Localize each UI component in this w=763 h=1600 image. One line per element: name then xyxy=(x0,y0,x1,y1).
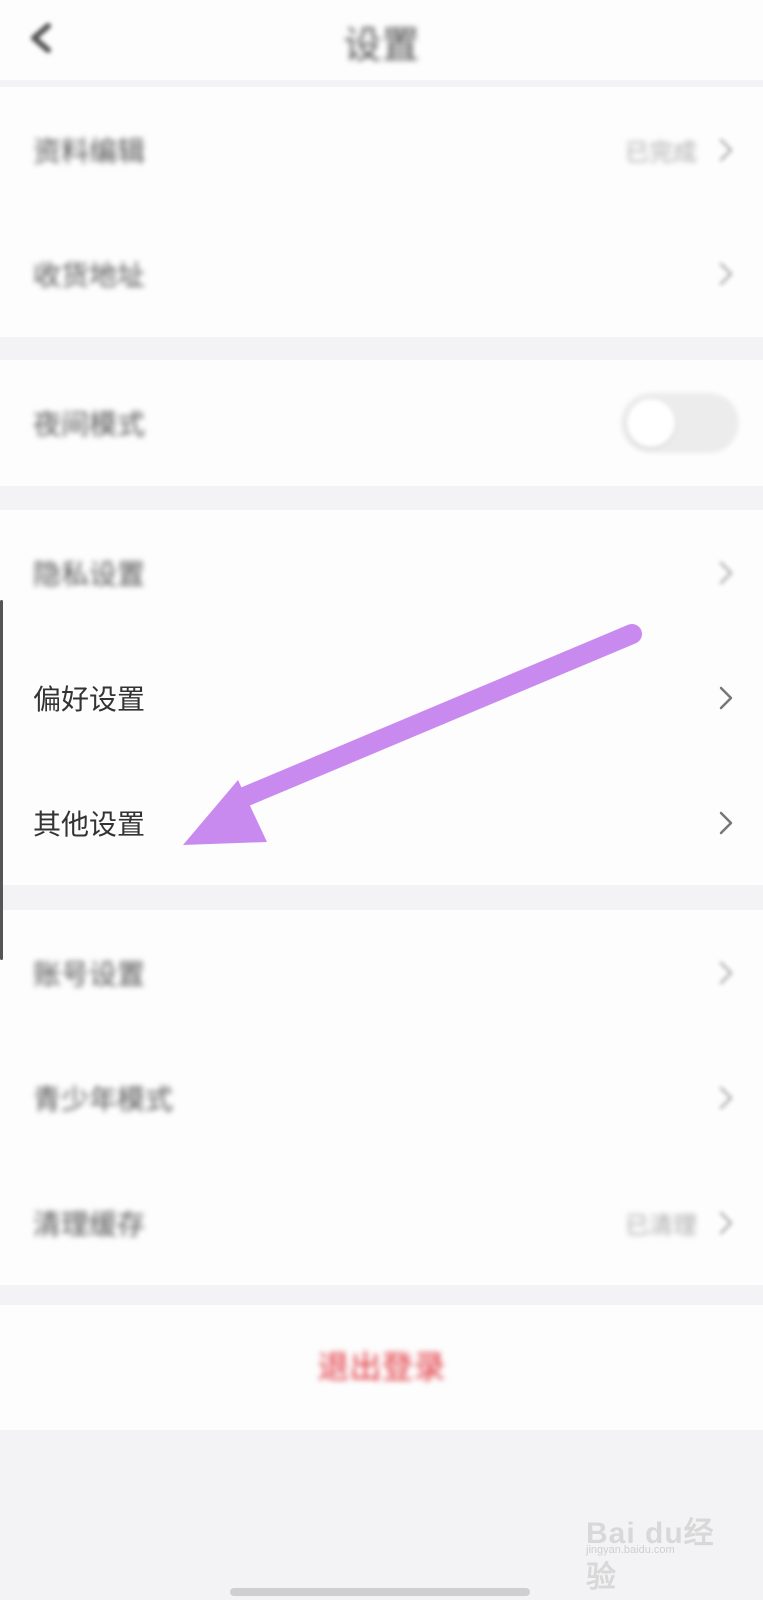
night-mode-toggle[interactable] xyxy=(621,393,739,453)
top-navigation-bar: 设置 xyxy=(0,0,763,80)
chevron-right-icon xyxy=(719,561,733,585)
settings-row-label: 收货地址 xyxy=(33,259,146,292)
settings-row-label: 清理缓存 xyxy=(33,1208,146,1241)
settings-row-clear-cache[interactable]: 清理缓存 已清理 xyxy=(0,1160,763,1286)
logout-section: 退出登录 xyxy=(0,1305,763,1430)
settings-row-label: 夜间模式 xyxy=(33,408,146,441)
settings-row-profile-edit[interactable]: 资料编辑 已完成 xyxy=(0,87,763,213)
chevron-right-icon xyxy=(719,686,733,710)
settings-row-label: 青少年模式 xyxy=(33,1083,174,1116)
settings-row-address[interactable]: 收货地址 xyxy=(0,211,763,337)
settings-row-label: 隐私设置 xyxy=(33,558,146,591)
chevron-right-icon xyxy=(719,811,733,835)
settings-group-display: 夜间模式 xyxy=(0,360,763,486)
settings-row-value: 已清理 xyxy=(625,1211,697,1240)
settings-row-value: 已完成 xyxy=(625,138,697,167)
chevron-right-icon xyxy=(719,138,733,162)
logout-button[interactable]: 退出登录 xyxy=(0,1305,763,1430)
chevron-right-icon xyxy=(719,1086,733,1110)
watermark-subtext: jingyan.baidu.com xyxy=(586,1544,675,1556)
settings-row-account[interactable]: 账号设置 xyxy=(0,910,763,1036)
settings-group-profile: 资料编辑 已完成 收货地址 xyxy=(0,87,763,337)
screen-edge-shadow xyxy=(0,600,3,960)
settings-row-teen-mode[interactable]: 青少年模式 xyxy=(0,1035,763,1161)
home-indicator[interactable] xyxy=(230,1588,530,1596)
settings-row-label: 资料编辑 xyxy=(33,135,146,168)
settings-row-label: 其他设置 xyxy=(33,808,146,841)
chevron-right-icon xyxy=(719,1211,733,1235)
settings-row-night-mode: 夜间模式 xyxy=(0,360,763,486)
chevron-right-icon xyxy=(719,961,733,985)
settings-group-preferences: 隐私设置 偏好设置 其他设置 xyxy=(0,510,763,885)
settings-row-privacy[interactable]: 隐私设置 xyxy=(0,510,763,636)
settings-row-preferences[interactable]: 偏好设置 xyxy=(0,635,763,761)
page-title: 设置 xyxy=(343,23,420,67)
toggle-knob xyxy=(627,399,675,447)
settings-group-account: 账号设置 青少年模式 清理缓存 已清理 xyxy=(0,910,763,1285)
settings-row-label: 账号设置 xyxy=(33,958,146,991)
chevron-right-icon xyxy=(719,262,733,286)
settings-row-label: 偏好设置 xyxy=(33,683,146,716)
settings-row-other[interactable]: 其他设置 xyxy=(0,760,763,886)
baidu-jingyan-watermark: Bai du经验 jingyan.baidu.com xyxy=(586,1500,736,1594)
